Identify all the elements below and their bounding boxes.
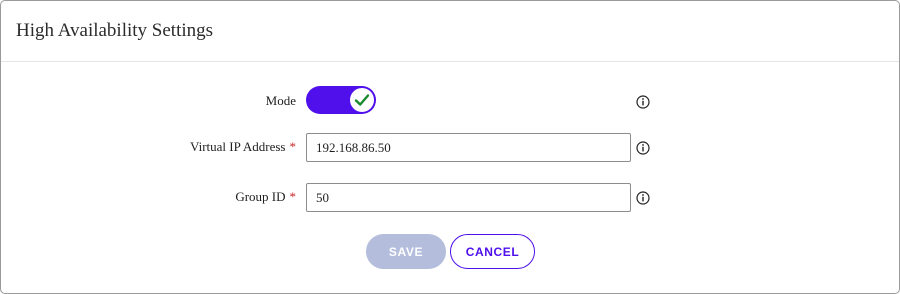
group-id-row: Group ID * — [1, 183, 900, 212]
group-id-label: Group ID * — [235, 189, 296, 205]
virtual-ip-label-text: Virtual IP Address — [189, 139, 286, 154]
group-id-label-text: Group ID — [235, 189, 286, 204]
virtual-ip-input[interactable] — [306, 133, 631, 162]
dialog-header: High Availability Settings — [1, 1, 899, 62]
mode-label: Mode — [265, 93, 296, 108]
info-circle-icon[interactable] — [636, 95, 650, 109]
checkmark-icon — [354, 94, 370, 106]
required-marker: * — [289, 189, 297, 204]
dialog-title: High Availability Settings — [16, 20, 214, 41]
save-button[interactable]: SAVE — [366, 234, 446, 269]
group-id-input[interactable] — [306, 183, 631, 212]
virtual-ip-label: Virtual IP Address * — [190, 139, 296, 155]
info-circle-icon[interactable] — [636, 141, 650, 155]
virtual-ip-row: Virtual IP Address * — [1, 133, 900, 162]
mode-toggle[interactable] — [306, 86, 376, 114]
mode-row: Mode — [1, 86, 900, 114]
required-marker: * — [289, 139, 297, 154]
high-availability-dialog: High Availability Settings Mode Virtual … — [0, 0, 900, 294]
cancel-button[interactable]: CANCEL — [450, 234, 535, 269]
toggle-knob — [350, 88, 374, 112]
info-circle-icon[interactable] — [636, 191, 650, 205]
